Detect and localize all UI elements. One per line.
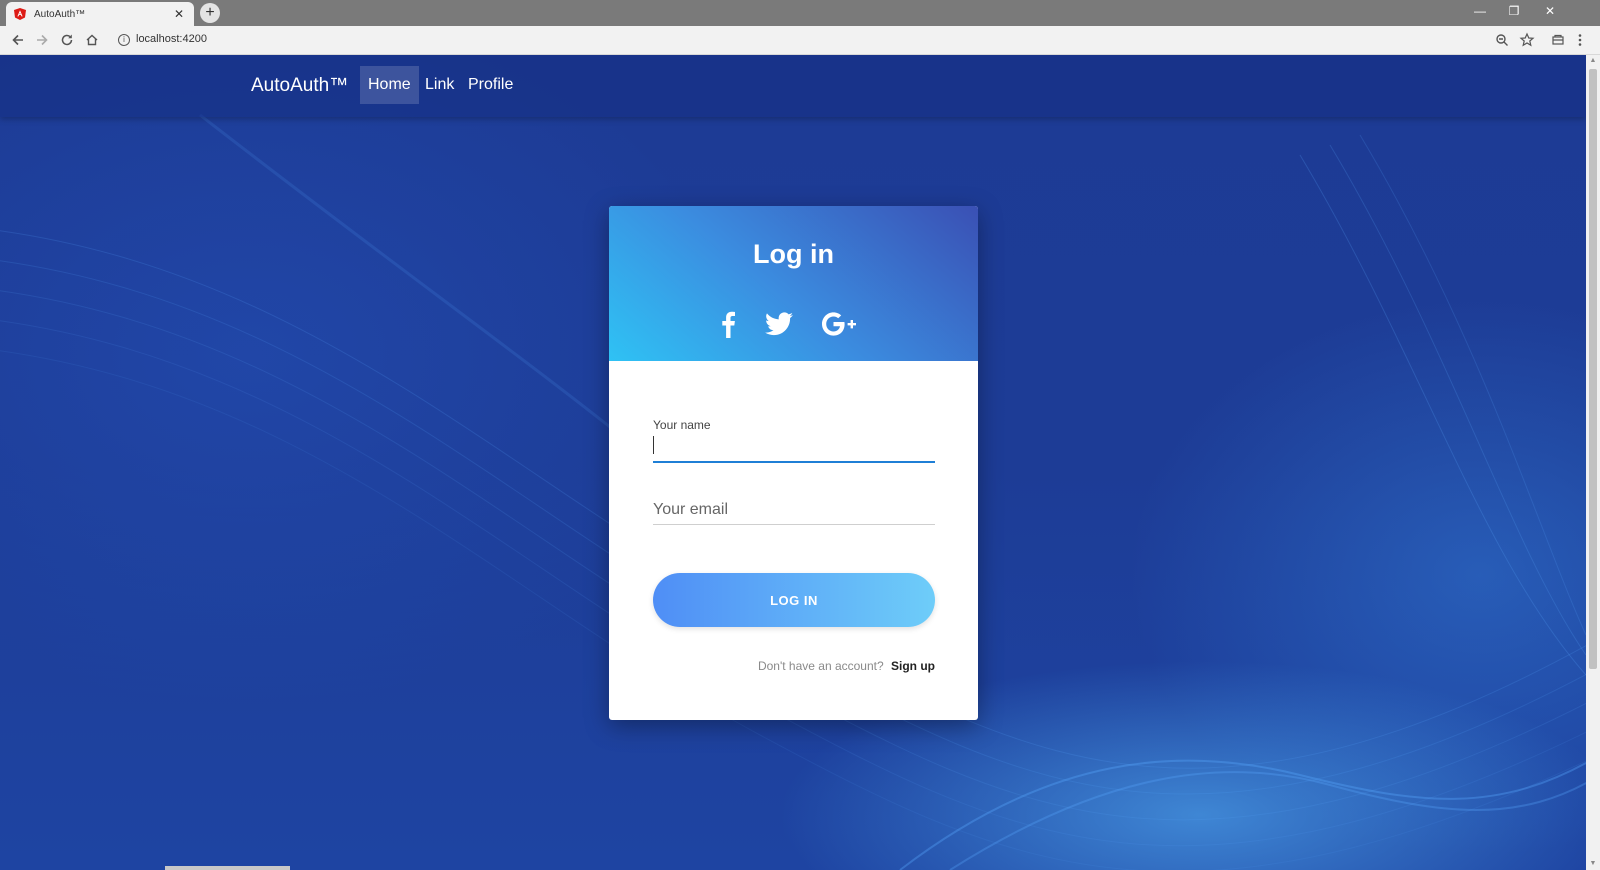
extension-icon[interactable] <box>1550 32 1566 48</box>
text-cursor <box>653 436 654 454</box>
signup-prompt: Don't have an account? <box>757 659 884 673</box>
login-card: Log in Your name LOG IN Don't have an ac… <box>609 206 978 720</box>
google-plus-icon[interactable] <box>819 306 861 342</box>
login-card-header: Log in <box>609 206 978 361</box>
name-field-underline <box>653 461 935 463</box>
twitter-icon[interactable] <box>764 306 794 342</box>
tab-close-icon[interactable]: ✕ <box>172 7 186 21</box>
home-icon[interactable] <box>84 32 100 48</box>
url-field[interactable]: localhost:4200 <box>136 33 207 45</box>
facebook-icon[interactable] <box>716 306 740 342</box>
nav-link-home[interactable]: Home <box>360 66 419 104</box>
scroll-down-arrow-icon[interactable]: ▼ <box>1586 858 1600 870</box>
brand-logo[interactable]: AutoAuth™ <box>251 75 348 97</box>
signup-row: Don't have an account? Sign up <box>653 659 935 673</box>
email-field-underline <box>653 524 935 525</box>
nav-link-link[interactable]: Link <box>417 66 462 104</box>
login-button[interactable]: LOG IN <box>653 573 935 627</box>
email-input[interactable] <box>653 496 935 524</box>
name-input[interactable] <box>653 432 935 460</box>
bookmark-star-icon[interactable] <box>1519 32 1535 48</box>
reload-icon[interactable] <box>59 32 75 48</box>
close-window-button[interactable]: ✕ <box>1540 4 1560 18</box>
zoom-icon[interactable] <box>1494 32 1510 48</box>
browser-tab-strip: AutoAuth™ ✕ + — ❐ ✕ <box>0 0 1600 26</box>
minimize-button[interactable]: — <box>1470 4 1490 18</box>
new-tab-button[interactable]: + <box>200 3 220 23</box>
forward-arrow-icon[interactable] <box>34 32 50 48</box>
tab-title: AutoAuth™ <box>34 8 86 20</box>
angular-icon <box>14 8 26 20</box>
page-viewport: AutoAuth™ Home Link Profile Log in Your … <box>0 55 1586 870</box>
restore-button[interactable]: ❐ <box>1504 4 1524 18</box>
browser-tab[interactable]: AutoAuth™ ✕ <box>6 2 194 26</box>
login-title: Log in <box>753 239 834 269</box>
horizontal-scrollbar-thumb[interactable] <box>165 866 290 870</box>
back-arrow-icon[interactable] <box>10 32 26 48</box>
scroll-up-arrow-icon[interactable]: ▲ <box>1586 55 1600 67</box>
vertical-scrollbar[interactable]: ▲ ▼ <box>1586 55 1600 870</box>
signup-link[interactable]: Sign up <box>891 659 935 673</box>
nav-link-profile[interactable]: Profile <box>460 66 521 104</box>
scrollbar-thumb[interactable] <box>1589 69 1597 669</box>
menu-dots-icon[interactable] <box>1572 32 1588 48</box>
top-navbar: AutoAuth™ Home Link Profile <box>0 55 1586 117</box>
info-icon[interactable]: i <box>118 34 130 46</box>
name-field-label: Your name <box>653 418 711 432</box>
address-bar: i localhost:4200 <box>0 26 1600 55</box>
